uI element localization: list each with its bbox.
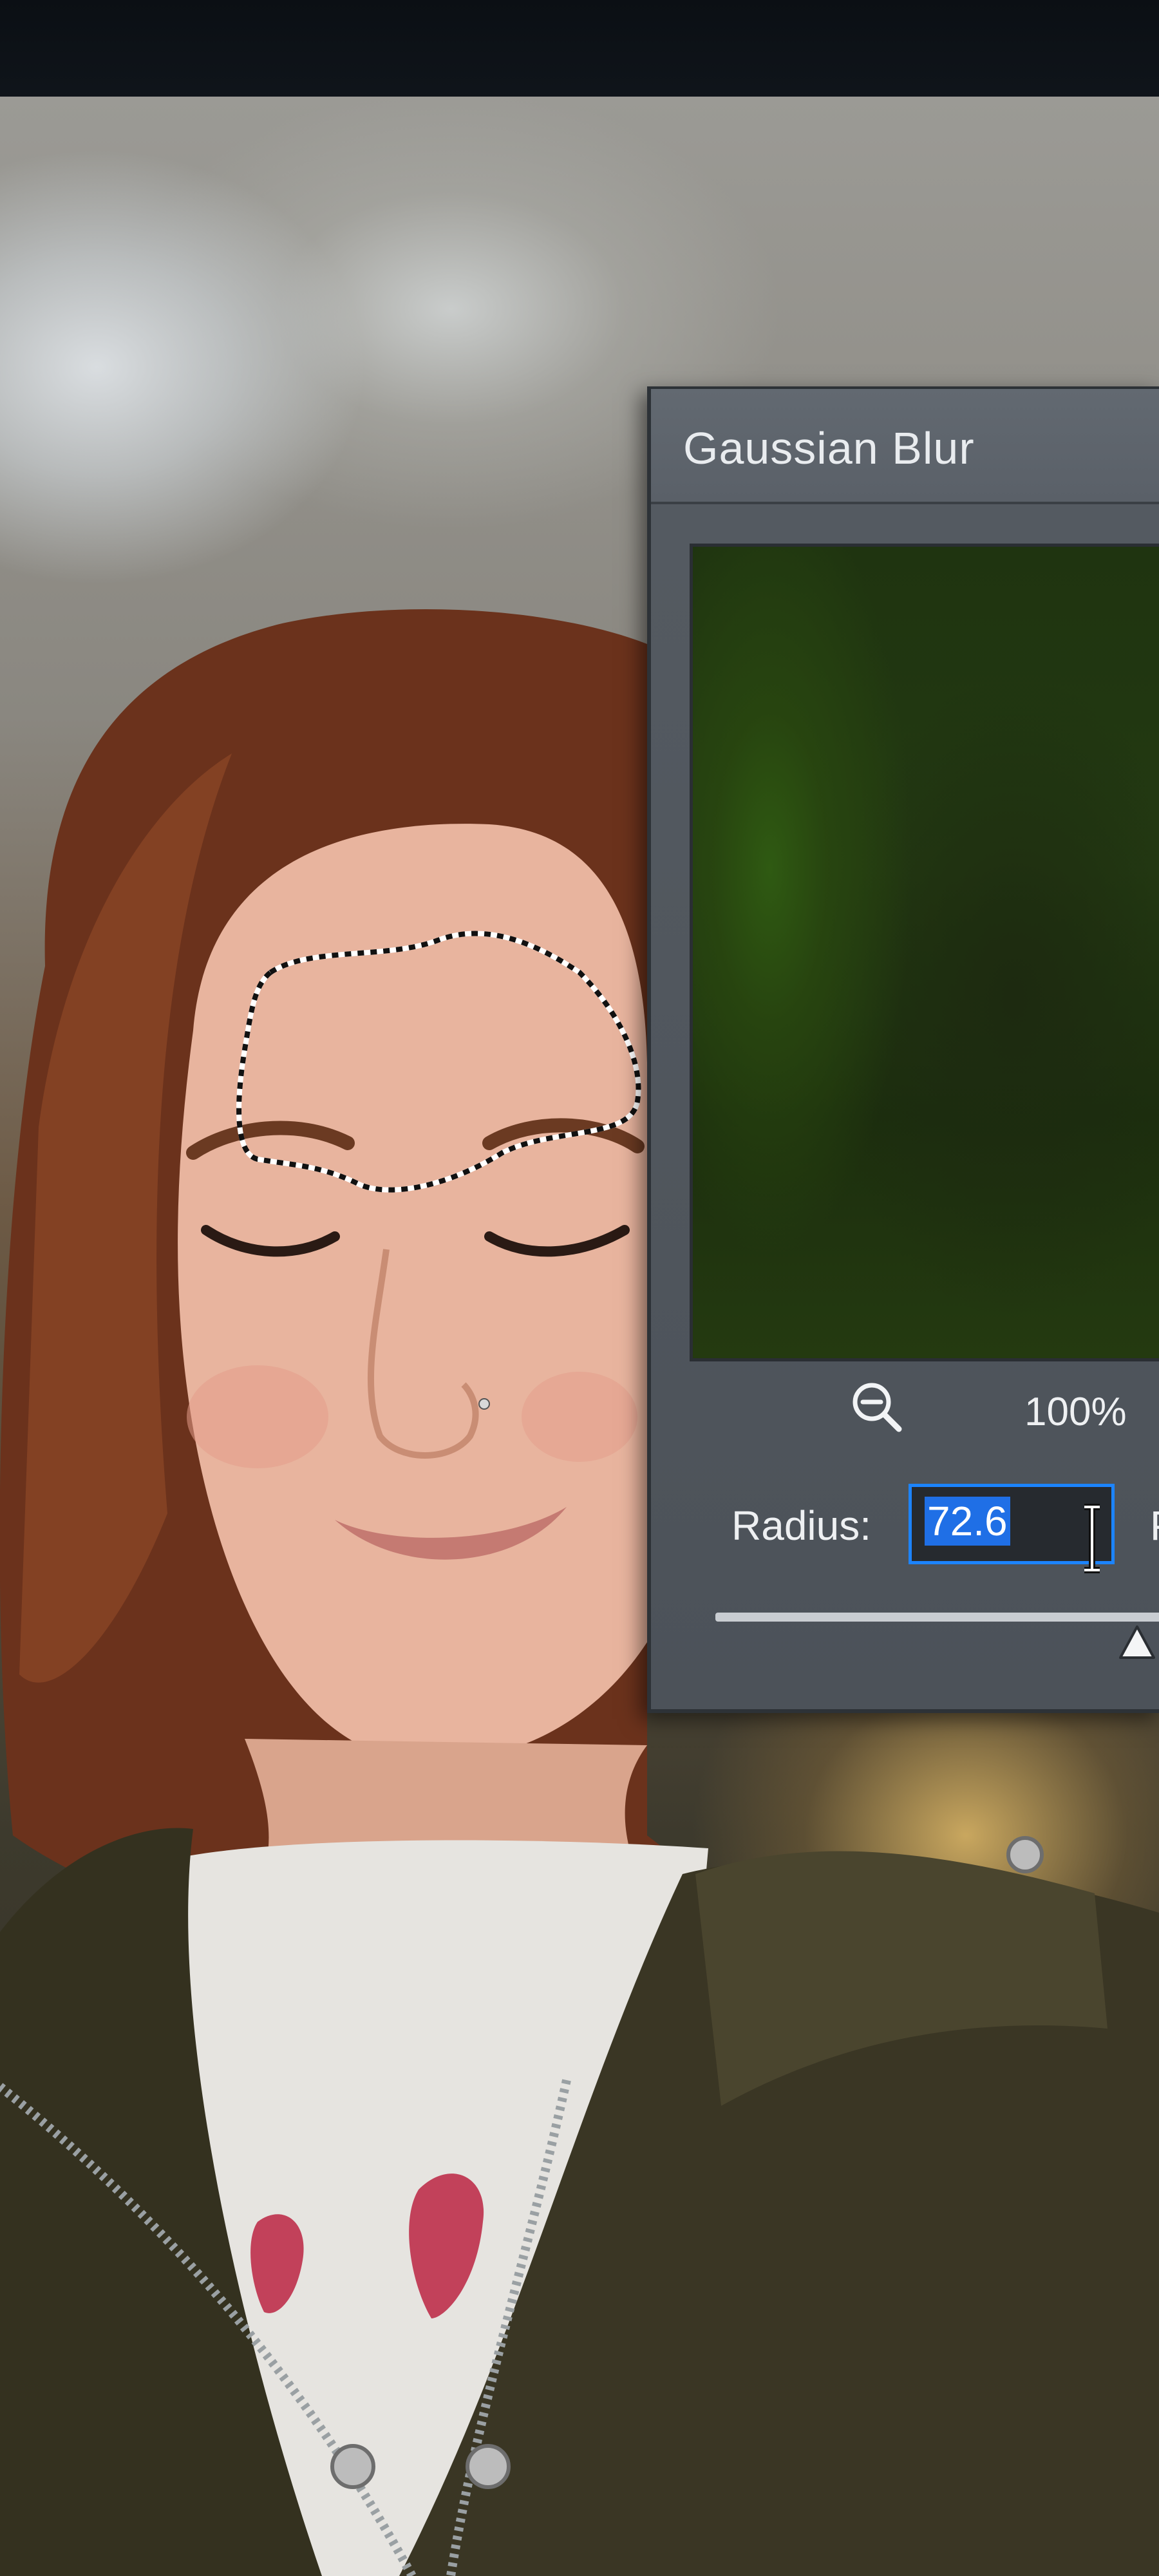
dialog-title: Gaussian Blur [683,423,975,473]
zoom-out-icon[interactable] [847,1378,905,1435]
radius-slider-track[interactable] [715,1613,1159,1622]
triangle-thumb-icon[interactable] [1118,1624,1156,1663]
snap-button-2 [330,2444,375,2489]
zoom-level: 100% [1024,1390,1127,1434]
nose-piercing [478,1398,490,1410]
blur-preview[interactable] [690,544,1159,1361]
radius-unit-label: P [1150,1502,1159,1549]
dialog-titlebar[interactable]: Gaussian Blur [651,389,1159,504]
gaussian-blur-dialog: Gaussian Blur 100% Radius: 72.6 P [647,386,1159,1713]
snap-button-3 [466,2444,511,2489]
zoom-controls: 100% [651,1378,1159,1448]
cheek-right [522,1372,637,1462]
ibeam-cursor-icon [1084,1504,1100,1573]
cheek-left [187,1365,328,1468]
snap-button [1006,1836,1044,1873]
radius-value-selected: 72.6 [925,1497,1010,1546]
radius-row: Radius: 72.6 P [651,1484,1159,1580]
radius-label: Radius: [731,1502,871,1549]
